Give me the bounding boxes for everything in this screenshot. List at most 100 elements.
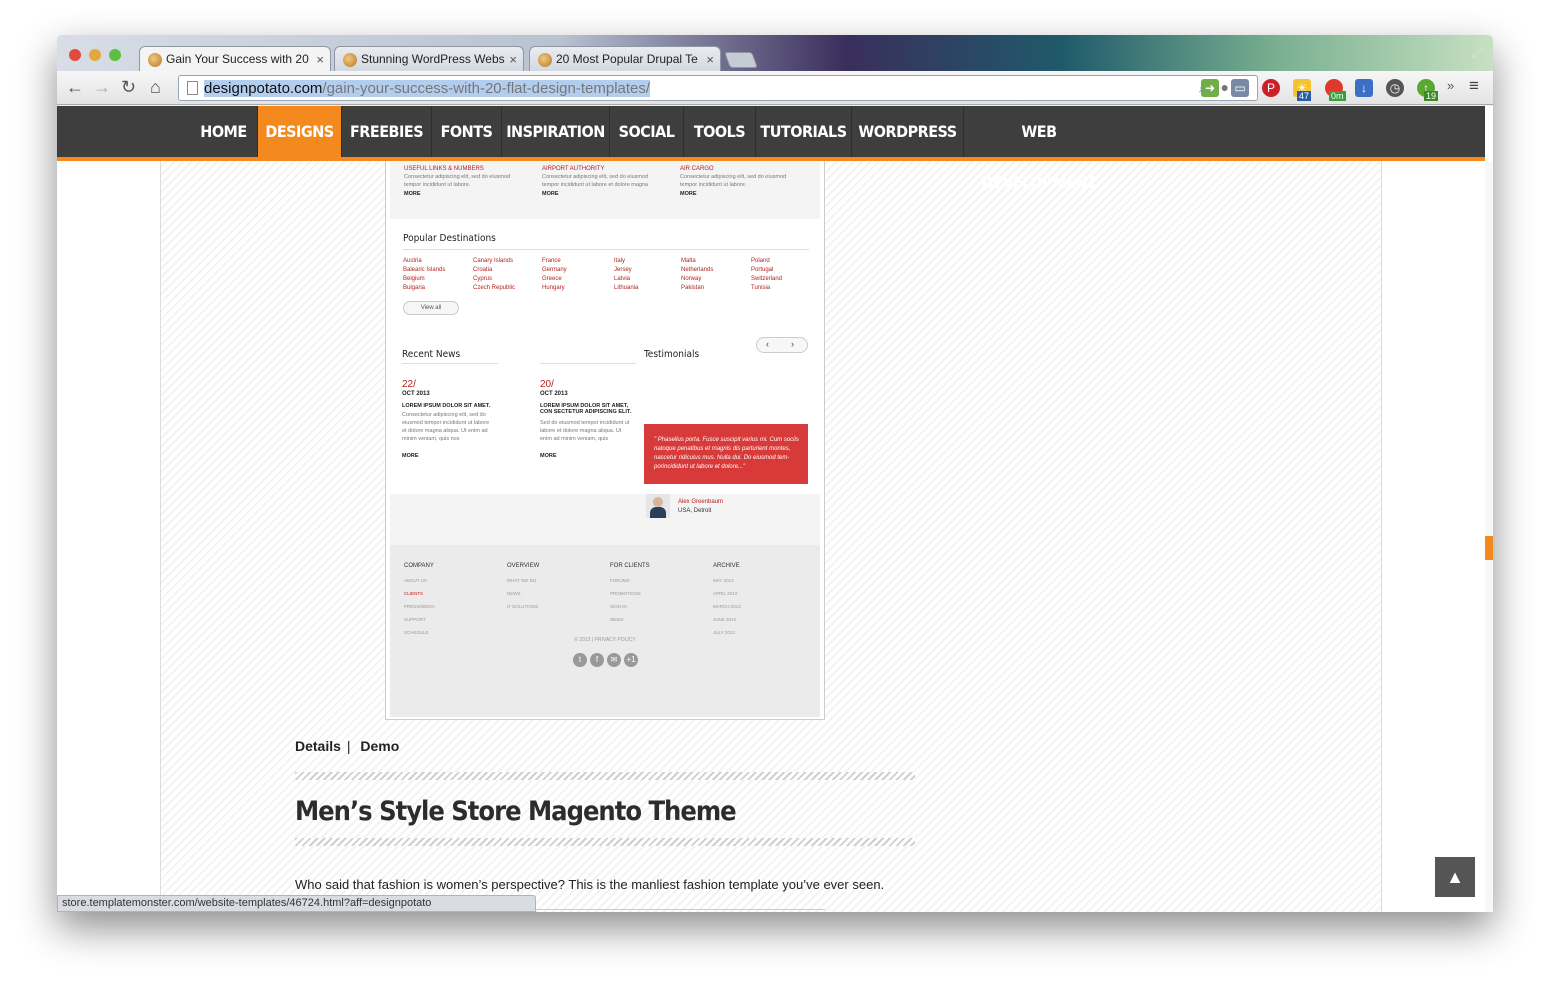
nav-item-tutorials[interactable]: TUTORIALS	[756, 106, 852, 157]
fullscreen-icon[interactable]: ⤢	[1472, 44, 1483, 61]
scrollbar-thumb[interactable]	[1485, 536, 1493, 560]
footer-link[interactable]: NEWS	[507, 591, 521, 596]
destination-link[interactable]: Pakistan	[681, 284, 704, 293]
news-headline[interactable]: LOREM IPSUM DOLOR SIT AMET, CON SECTETUR…	[540, 403, 632, 415]
details-link[interactable]: Details	[295, 738, 341, 754]
demo-link[interactable]: Demo	[360, 738, 399, 754]
card-more-link[interactable]: MORE	[680, 191, 697, 197]
view-all-button[interactable]: View all	[403, 301, 459, 315]
testimonial-quote-box: " Phasellus porta. Fusce suscipit varius…	[644, 424, 808, 484]
destination-link[interactable]: Latvia	[614, 275, 630, 284]
destination-link[interactable]: Canary Islands	[473, 257, 513, 266]
twitter-icon[interactable]: t	[573, 653, 587, 667]
footer-link[interactable]: JULY 2013	[713, 630, 735, 635]
card-title[interactable]: USEFUL LINKS & NUMBERS	[404, 166, 484, 172]
news-headline[interactable]: LOREM IPSUM DOLOR SIT AMET.	[402, 403, 502, 409]
destination-link[interactable]: Belgium	[403, 275, 425, 284]
footer-link[interactable]: ABOUT US	[404, 578, 427, 583]
back-to-top-button[interactable]: ▲	[1435, 857, 1475, 897]
reload-icon[interactable]: ↻	[121, 77, 136, 98]
card-title[interactable]: AIRPORT AUTHORITY	[542, 166, 604, 172]
post-title[interactable]: Men’s Style Store Magento Theme	[295, 796, 737, 827]
forward-arrow-icon[interactable]: →	[93, 77, 111, 98]
destination-link[interactable]: Croatia	[473, 266, 492, 275]
prev-arrow-icon[interactable]: ‹	[766, 339, 769, 349]
zoom-window-button[interactable]	[109, 49, 121, 61]
nav-item-inspiration[interactable]: INSPIRATION	[502, 106, 610, 157]
nav-item-designs[interactable]: DESIGNS	[258, 106, 342, 157]
clock-icon[interactable]: ◷	[1386, 79, 1404, 97]
footer-link[interactable]: JUNE 2013	[713, 617, 736, 622]
destination-link[interactable]: Lithuania	[614, 284, 638, 293]
overflow-chevron-icon[interactable]: »	[1447, 78, 1454, 93]
tab-stunning-wordpress[interactable]: Stunning WordPress Webs ×	[334, 46, 524, 72]
close-window-button[interactable]	[69, 49, 81, 61]
nav-item-home[interactable]: HOME	[190, 106, 258, 157]
next-arrow-icon[interactable]: ›	[791, 339, 794, 349]
address-url[interactable]: designpotato.com/gain-your-success-with-…	[204, 80, 651, 97]
destination-link[interactable]: France	[542, 257, 561, 266]
footer-link[interactable]: CLIENTS	[404, 591, 423, 596]
footer-link[interactable]: IT SOLUTIONS	[507, 604, 538, 609]
destination-link[interactable]: Italy	[614, 257, 625, 266]
footer-link[interactable]: SUPPORT	[404, 617, 426, 622]
footer-link[interactable]: PRESS/MEDIA	[404, 604, 435, 609]
destination-link[interactable]: Jersey	[614, 266, 632, 275]
footer-link[interactable]: WHAT WE DO	[507, 578, 536, 583]
nav-item-freebies[interactable]: FREEBIES	[342, 106, 432, 157]
news-more-link[interactable]: MORE	[402, 453, 419, 459]
destination-link[interactable]: Malta	[681, 257, 696, 266]
template-preview-image[interactable]: USEFUL LINKS & NUMBERS Consectetur adipi…	[385, 106, 825, 720]
home-icon[interactable]: ⌂	[150, 77, 161, 98]
destination-link[interactable]: Balearic Islands	[403, 266, 445, 275]
menu-hamburger-icon[interactable]: ≡	[1469, 76, 1479, 96]
tab-gain-your-success[interactable]: Gain Your Success with 20 ×	[139, 46, 331, 73]
news-more-link[interactable]: MORE	[540, 453, 557, 459]
minimize-window-button[interactable]	[89, 49, 101, 61]
footer-link[interactable]: SCHEDULE	[404, 630, 429, 635]
destination-link[interactable]: Norway	[681, 275, 701, 284]
destination-link[interactable]: Bulgaria	[403, 284, 425, 293]
nav-item-social[interactable]: SOCIAL	[610, 106, 684, 157]
footer-link[interactable]: FORUMS	[610, 578, 630, 583]
new-tab-button[interactable]	[724, 52, 758, 68]
nav-item-tools[interactable]: TOOLS	[684, 106, 756, 157]
destination-link[interactable]: Germany	[542, 266, 567, 275]
nav-item-wordpress[interactable]: WORDPRESS	[852, 106, 964, 157]
footer-link[interactable]: PROMOTIONS	[610, 591, 641, 596]
card-more-link[interactable]: MORE	[404, 191, 421, 197]
destination-link[interactable]: Greece	[542, 275, 562, 284]
destination-link[interactable]: Portugal	[751, 266, 773, 275]
nav-item-web-development[interactable]: WEB DEVELOPMENT	[964, 106, 1114, 192]
address-bar[interactable]: designpotato.com/gain-your-success-with-…	[178, 75, 1258, 101]
lightbulb-icon[interactable]: ●	[1221, 79, 1229, 95]
tab-drupal-templates[interactable]: 20 Most Popular Drupal Te ×	[529, 46, 721, 72]
share-arrow-icon[interactable]: ➜	[1201, 79, 1219, 97]
card-title[interactable]: AIR CARGO	[680, 166, 714, 172]
back-arrow-icon[interactable]: ←	[66, 77, 84, 98]
footer-link[interactable]: NEWS	[610, 617, 624, 622]
facebook-icon[interactable]: f	[590, 653, 604, 667]
email-icon[interactable]: ✉	[607, 653, 621, 667]
card-more-link[interactable]: MORE	[542, 191, 559, 197]
destination-link[interactable]: Czech Republic	[473, 284, 515, 293]
destination-link[interactable]: Cyprus	[473, 275, 492, 284]
footer-link[interactable]: MARCH 2013	[713, 604, 741, 609]
destination-link[interactable]: Tunisia	[751, 284, 770, 293]
destination-link[interactable]: Poland	[751, 257, 770, 266]
download-icon[interactable]: ↓	[1355, 79, 1373, 97]
footer-link[interactable]: MAY 2013	[713, 578, 734, 583]
nav-item-fonts[interactable]: FONTS	[432, 106, 502, 157]
window-icon[interactable]: ▭	[1231, 79, 1249, 97]
destination-link[interactable]: Austria	[403, 257, 422, 266]
pinterest-icon[interactable]: P	[1262, 79, 1280, 97]
destination-link[interactable]: Netherlands	[681, 266, 713, 275]
close-tab-icon[interactable]: ×	[706, 52, 714, 67]
close-tab-icon[interactable]: ×	[509, 52, 517, 67]
footer-link[interactable]: SIGN IN	[610, 604, 627, 609]
close-tab-icon[interactable]: ×	[316, 52, 324, 67]
google-plus-icon[interactable]: +1	[624, 653, 638, 667]
footer-link[interactable]: APRIL 2013	[713, 591, 737, 596]
destination-link[interactable]: Hungary	[542, 284, 565, 293]
destination-link[interactable]: Switzerland	[751, 275, 782, 284]
